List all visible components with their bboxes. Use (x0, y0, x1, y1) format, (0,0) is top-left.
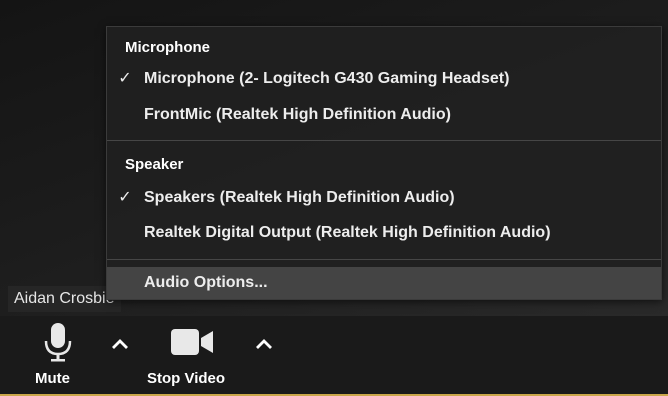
audio-device-menu: Microphone ✓ Microphone (2- Logitech G43… (106, 26, 662, 300)
menu-divider (107, 140, 661, 141)
speaker-option-realtek-digital[interactable]: Realtek Digital Output (Realtek High Def… (107, 218, 661, 248)
checkmark-icon: ✓ (118, 70, 132, 87)
stop-video-button[interactable]: Stop Video (146, 316, 242, 392)
menu-divider (107, 259, 661, 260)
audio-options-caret[interactable] (108, 336, 132, 356)
microphone-section-header: Microphone (125, 39, 210, 56)
stop-video-label: Stop Video (147, 370, 226, 387)
menu-item-label: Audio Options... (144, 274, 268, 291)
meeting-toolbar: Mute Stop Video (0, 316, 668, 396)
checkmark-icon: ✓ (118, 189, 132, 206)
microphone-option-frontmic[interactable]: FrontMic (Realtek High Definition Audio) (107, 100, 661, 130)
microphone-option-logitech[interactable]: ✓ Microphone (2- Logitech G430 Gaming He… (107, 64, 661, 94)
microphone-icon (43, 322, 73, 367)
speaker-section-header: Speaker (125, 156, 184, 173)
mute-button[interactable]: Mute (28, 316, 88, 392)
menu-item-label: Speakers (Realtek High Definition Audio) (144, 189, 455, 206)
menu-item-label: FrontMic (Realtek High Definition Audio) (144, 106, 451, 123)
audio-options-menu-item[interactable]: Audio Options... (107, 267, 661, 299)
menu-item-label: Microphone (2- Logitech G430 Gaming Head… (144, 70, 510, 87)
menu-item-label: Realtek Digital Output (Realtek High Def… (144, 224, 551, 241)
video-camera-icon (170, 328, 214, 361)
participant-name-tag: Aidan Crosbie (8, 286, 121, 312)
video-options-caret[interactable] (252, 336, 276, 356)
mute-label: Mute (35, 370, 70, 387)
chevron-up-icon (254, 337, 274, 355)
speaker-option-realtek-speakers[interactable]: ✓ Speakers (Realtek High Definition Audi… (107, 183, 661, 213)
chevron-up-icon (110, 337, 130, 355)
